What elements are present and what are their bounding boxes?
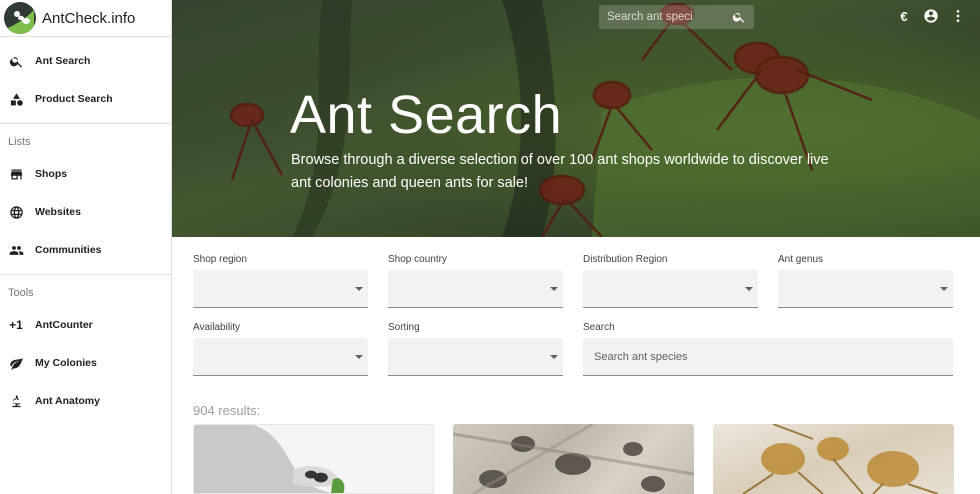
microscope-icon (8, 393, 24, 409)
chevron-down-icon (550, 287, 558, 291)
shop-country-label: Shop country (388, 254, 447, 265)
result-card[interactable] (193, 424, 434, 494)
sorting-label: Sorting (388, 322, 420, 333)
search-icon[interactable] (732, 10, 746, 24)
chevron-down-icon (745, 287, 753, 291)
chevron-down-icon (355, 355, 363, 359)
logo-icon (4, 2, 36, 34)
sidebar-item-label: Shops (35, 168, 68, 180)
search-label: Search (583, 322, 615, 333)
app-title: AntCheck.info (42, 9, 136, 27)
species-search-placeholder: Search ant species (594, 350, 688, 363)
ant-genus-select[interactable] (778, 270, 953, 308)
shop-region-select[interactable] (193, 270, 368, 308)
sidebar-item-websites[interactable]: Websites (0, 193, 171, 231)
sidebar-item-label: My Colonies (35, 357, 97, 369)
currency-button[interactable]: € (896, 8, 912, 24)
sidebar-item-label: Ant Search (35, 55, 91, 67)
sidebar-item-my-colonies[interactable]: My Colonies (0, 344, 171, 382)
shapes-icon (8, 91, 24, 107)
sidebar-item-shops[interactable]: Shops (0, 155, 171, 193)
divider (0, 123, 171, 124)
lists-header: Lists (8, 136, 31, 148)
sidebar: AntCheck.info Ant Search Product Search … (0, 0, 172, 494)
result-card[interactable] (713, 424, 954, 494)
product-image (194, 425, 345, 493)
sidebar-item-label: Product Search (35, 93, 113, 105)
divider (0, 274, 171, 275)
chevron-down-icon (940, 287, 948, 291)
search-icon (8, 53, 24, 69)
page-subtitle: Browse through a diverse selection of ov… (291, 152, 829, 191)
sidebar-item-label: Websites (35, 206, 81, 218)
sidebar-item-ant-search[interactable]: Ant Search (0, 42, 171, 80)
hero-banner: Search ant speci € Ant Search Browse thr… (172, 0, 980, 237)
page-title: Ant Search (290, 85, 563, 145)
chevron-down-icon (550, 355, 558, 359)
availability-select[interactable] (193, 338, 368, 376)
sidebar-item-label: AntCounter (35, 319, 93, 331)
results-count: 904 results: (193, 403, 261, 418)
distribution-region-label: Distribution Region (583, 254, 668, 265)
sidebar-item-label: Communities (35, 244, 102, 256)
sidebar-item-label: Ant Anatomy (35, 395, 100, 407)
leaf-icon (8, 355, 24, 371)
plus-one-icon: +1 (9, 318, 23, 332)
species-search-input[interactable]: Search ant species (583, 338, 953, 376)
product-image (742, 424, 939, 494)
tools-header: Tools (8, 287, 34, 299)
result-card[interactable] (453, 424, 694, 494)
sorting-select[interactable] (388, 338, 563, 376)
more-vert-icon[interactable] (950, 8, 966, 24)
sidebar-item-antcounter[interactable]: +1 AntCounter (0, 306, 171, 344)
top-search-placeholder: Search ant speci (607, 11, 693, 23)
top-actions: € (896, 8, 966, 24)
account-icon[interactable] (923, 8, 939, 24)
sidebar-item-product-search[interactable]: Product Search (0, 80, 171, 118)
brand[interactable]: AntCheck.info (0, 0, 171, 37)
distribution-region-select[interactable] (583, 270, 758, 308)
availability-label: Availability (193, 322, 241, 333)
sidebar-item-communities[interactable]: Communities (0, 231, 171, 269)
ant-genus-label: Ant genus (778, 254, 824, 265)
top-search-input[interactable]: Search ant speci (599, 5, 754, 29)
product-image (453, 424, 694, 494)
shop-country-select[interactable] (388, 270, 563, 308)
chevron-down-icon (355, 287, 363, 291)
store-icon (8, 166, 24, 182)
sidebar-item-ant-anatomy[interactable]: Ant Anatomy (0, 382, 171, 420)
globe-icon (8, 204, 24, 220)
people-icon (8, 242, 24, 258)
filter-panel: Shop region Shop country Distribution Re… (193, 250, 955, 386)
shop-region-label: Shop region (193, 254, 247, 265)
